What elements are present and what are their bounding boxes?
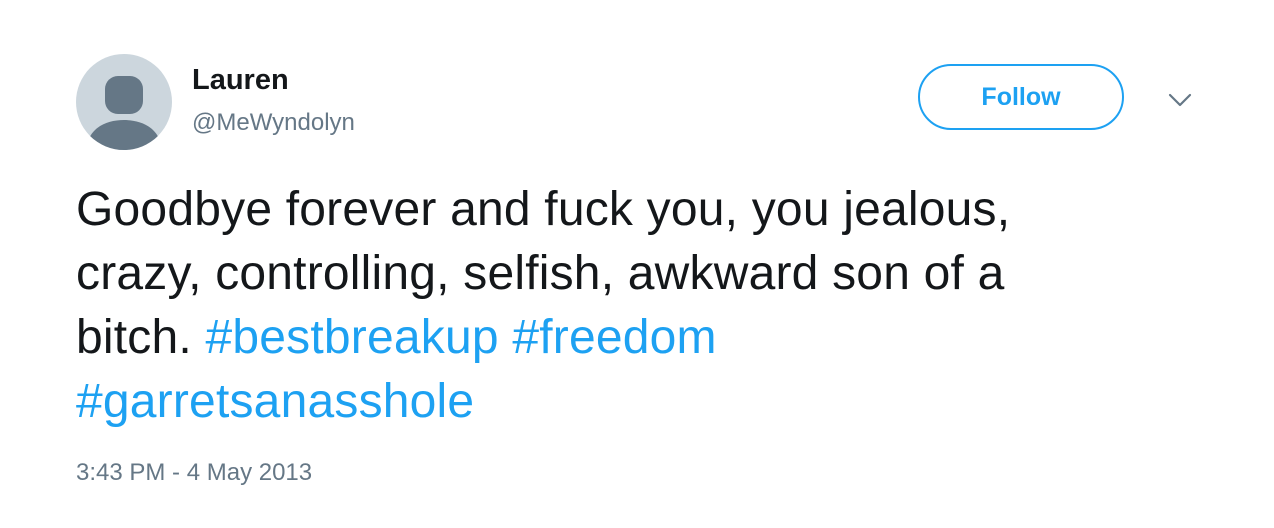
display-name[interactable]: Lauren: [192, 63, 289, 97]
tweet-text-line-2: crazy, controlling, selfish, awkward son…: [76, 247, 1005, 300]
more-options-button[interactable]: [1166, 90, 1194, 110]
tweet-text-line-3: bitch.: [76, 311, 192, 364]
hashtag-link[interactable]: #bestbreakup: [205, 311, 498, 364]
user-handle[interactable]: @MeWyndolyn: [192, 108, 355, 138]
tweet-timestamp[interactable]: 3:43 PM - 4 May 2013: [76, 458, 312, 488]
avatar[interactable]: [76, 54, 172, 150]
tweet-text: Goodbye forever and fuck you, you jealou…: [76, 178, 1216, 434]
hashtag-link[interactable]: #freedom: [512, 311, 716, 364]
hashtag-link[interactable]: #garretsanasshole: [76, 375, 474, 428]
chevron-down-icon: [1168, 93, 1192, 107]
tweet-text-line-1: Goodbye forever and fuck you, you jealou…: [76, 183, 1011, 236]
follow-button[interactable]: Follow: [918, 64, 1124, 130]
default-avatar-icon: [86, 76, 162, 150]
